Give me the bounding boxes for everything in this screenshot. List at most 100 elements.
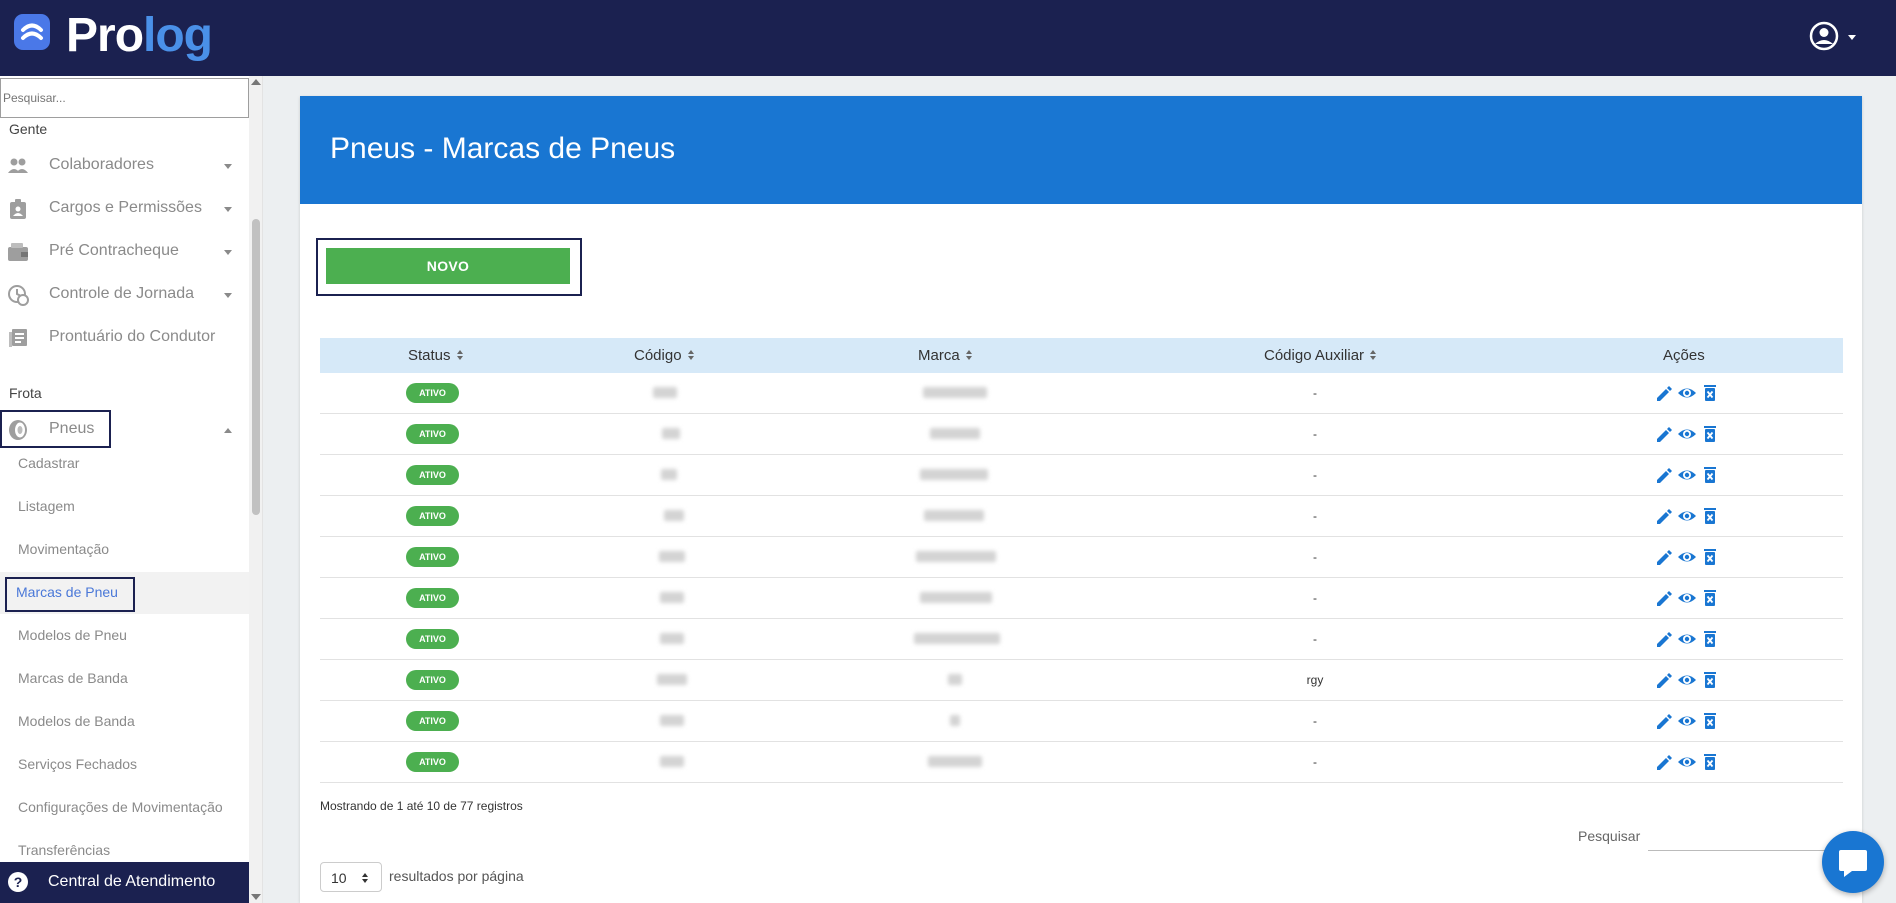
sidebar-item-pre-contracheque[interactable]: Pré Contracheque bbox=[0, 232, 249, 272]
people-icon bbox=[8, 158, 28, 173]
status-badge: ATIVO bbox=[406, 752, 459, 772]
chat-button[interactable] bbox=[1822, 831, 1884, 893]
view-icon[interactable] bbox=[1677, 465, 1697, 485]
column-label: Código Auxiliar bbox=[1264, 347, 1365, 364]
account-circle-icon bbox=[1809, 21, 1856, 51]
table-row: ATIVO - bbox=[320, 414, 1843, 455]
logo-suffix: log bbox=[143, 9, 213, 62]
aux-code-cell: - bbox=[1313, 468, 1317, 482]
user-menu-button[interactable] bbox=[1808, 20, 1868, 52]
sort-icon bbox=[965, 350, 973, 361]
sidebar-item-cargos[interactable]: Cargos e Permissões bbox=[0, 189, 249, 229]
status-badge: ATIVO bbox=[406, 383, 459, 403]
view-icon[interactable] bbox=[1677, 752, 1697, 772]
section-label-gente: Gente bbox=[9, 121, 48, 137]
table-search-input[interactable] bbox=[1648, 850, 1828, 851]
app-logo[interactable]: Prolog bbox=[66, 8, 213, 64]
prolog-logo-icon[interactable] bbox=[14, 14, 50, 50]
top-bar: Prolog bbox=[0, 0, 1896, 76]
delete-icon[interactable] bbox=[1700, 629, 1720, 649]
column-header-codigo-auxiliar[interactable]: Código Auxiliar bbox=[1264, 347, 1377, 364]
sidebar-subitem-servicos-fechados[interactable]: Serviços Fechados bbox=[0, 744, 249, 786]
table-row: ATIVO - bbox=[320, 455, 1843, 496]
sidebar-search-input[interactable] bbox=[0, 78, 249, 118]
help-center-button[interactable]: ? Central de Atendimento bbox=[0, 862, 249, 903]
edit-icon[interactable] bbox=[1654, 711, 1674, 731]
main-card: Pneus - Marcas de Pneus NOVO Status Códi… bbox=[300, 96, 1862, 903]
status-badge: ATIVO bbox=[406, 711, 459, 731]
edit-icon[interactable] bbox=[1654, 424, 1674, 444]
sidebar-subitem-movimentacao[interactable]: Movimentação bbox=[0, 529, 249, 571]
redacted-brand bbox=[924, 510, 984, 521]
sort-icon bbox=[456, 350, 464, 361]
scroll-up-arrow-icon[interactable] bbox=[251, 79, 261, 85]
delete-icon[interactable] bbox=[1700, 752, 1720, 772]
edit-icon[interactable] bbox=[1654, 547, 1674, 567]
aux-code-cell: - bbox=[1313, 632, 1317, 646]
edit-icon[interactable] bbox=[1654, 670, 1674, 690]
edit-icon[interactable] bbox=[1654, 752, 1674, 772]
view-icon[interactable] bbox=[1677, 588, 1697, 608]
novo-button[interactable]: NOVO bbox=[326, 248, 570, 284]
badge-icon bbox=[10, 199, 26, 219]
view-icon[interactable] bbox=[1677, 711, 1697, 731]
table-info: Mostrando de 1 até 10 de 77 registros bbox=[320, 799, 523, 813]
sidebar-subitem-config-movimentacao[interactable]: Configurações de Movimentação bbox=[0, 787, 249, 829]
redacted-code bbox=[659, 551, 685, 562]
sidebar-subitem-listagem[interactable]: Listagem bbox=[0, 486, 249, 528]
delete-icon[interactable] bbox=[1700, 711, 1720, 731]
sidebar-subitem-marcas-de-banda[interactable]: Marcas de Banda bbox=[0, 658, 249, 700]
section-label-frota: Frota bbox=[9, 385, 42, 401]
page-size-select[interactable]: 10 bbox=[320, 862, 382, 892]
clock-icon bbox=[8, 285, 29, 306]
redacted-brand bbox=[916, 551, 996, 562]
aux-code-cell: - bbox=[1313, 755, 1317, 769]
delete-icon[interactable] bbox=[1700, 506, 1720, 526]
status-badge: ATIVO bbox=[406, 547, 459, 567]
scroll-down-arrow-icon[interactable] bbox=[251, 894, 261, 900]
edit-icon[interactable] bbox=[1654, 629, 1674, 649]
column-header-codigo[interactable]: Código bbox=[634, 347, 695, 364]
chevron-down-icon bbox=[224, 293, 232, 298]
column-header-status[interactable]: Status bbox=[408, 347, 464, 364]
subitem-label: Movimentação bbox=[18, 541, 110, 557]
sidebar-item-label: Controle de Jornada bbox=[49, 285, 194, 302]
table-row: ATIVO - bbox=[320, 701, 1843, 742]
chat-bubble-icon bbox=[1839, 850, 1867, 877]
delete-icon[interactable] bbox=[1700, 465, 1720, 485]
redacted-code bbox=[653, 387, 677, 398]
delete-icon[interactable] bbox=[1700, 670, 1720, 690]
redacted-brand bbox=[920, 469, 988, 480]
redacted-brand bbox=[948, 674, 962, 685]
sidebar-item-controle-jornada[interactable]: Controle de Jornada bbox=[0, 275, 249, 315]
subitem-label: Transferências bbox=[18, 842, 111, 858]
view-icon[interactable] bbox=[1677, 506, 1697, 526]
card-header: Pneus - Marcas de Pneus bbox=[300, 96, 1862, 204]
edit-icon[interactable] bbox=[1654, 383, 1674, 403]
sidebar-item-prontuario[interactable]: Prontuário do Condutor bbox=[0, 318, 249, 358]
sidebar-item-label: Cargos e Permissões bbox=[49, 199, 202, 216]
select-arrows-icon bbox=[362, 873, 368, 883]
edit-icon[interactable] bbox=[1654, 506, 1674, 526]
view-icon[interactable] bbox=[1677, 670, 1697, 690]
delete-icon[interactable] bbox=[1700, 547, 1720, 567]
subitem-label: Configurações de Movimentação bbox=[18, 799, 223, 815]
delete-icon[interactable] bbox=[1700, 383, 1720, 403]
chevron-up-icon bbox=[224, 428, 232, 433]
sidebar-scroll-thumb[interactable] bbox=[252, 219, 260, 515]
view-icon[interactable] bbox=[1677, 383, 1697, 403]
edit-icon[interactable] bbox=[1654, 588, 1674, 608]
sidebar-subitem-modelos-de-pneu[interactable]: Modelos de Pneu bbox=[0, 615, 249, 657]
view-icon[interactable] bbox=[1677, 547, 1697, 567]
sidebar-item-colaboradores[interactable]: Colaboradores bbox=[0, 146, 249, 186]
redacted-brand bbox=[930, 428, 980, 439]
column-header-marca[interactable]: Marca bbox=[918, 347, 973, 364]
sidebar-subitem-cadastrar[interactable]: Cadastrar bbox=[0, 443, 249, 485]
delete-icon[interactable] bbox=[1700, 588, 1720, 608]
view-icon[interactable] bbox=[1677, 629, 1697, 649]
delete-icon[interactable] bbox=[1700, 424, 1720, 444]
sidebar-subitem-modelos-de-banda[interactable]: Modelos de Banda bbox=[0, 701, 249, 743]
view-icon[interactable] bbox=[1677, 424, 1697, 444]
redacted-code bbox=[661, 469, 677, 480]
edit-icon[interactable] bbox=[1654, 465, 1674, 485]
